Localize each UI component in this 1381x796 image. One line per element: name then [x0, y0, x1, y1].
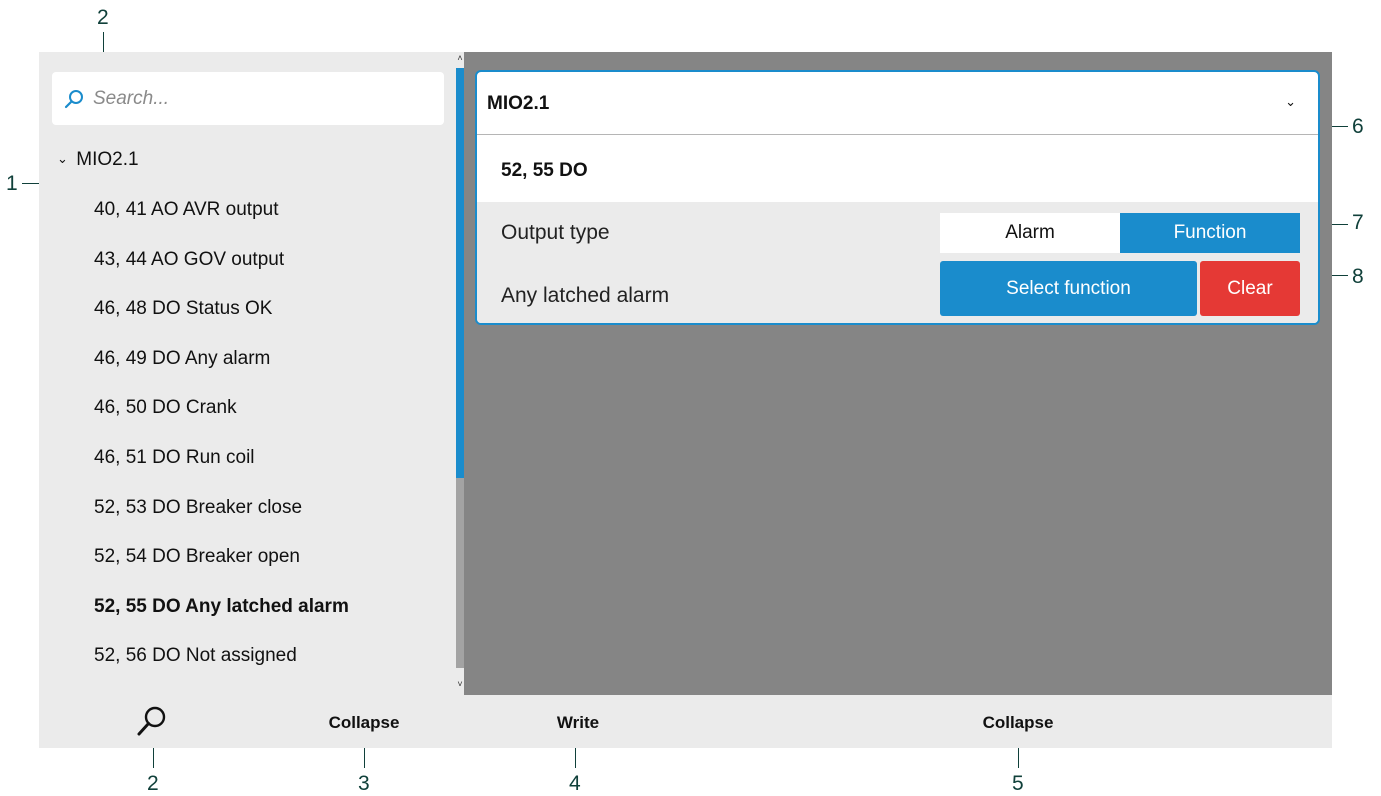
list-item[interactable]: 46, 49 DO Any alarm	[94, 347, 349, 397]
callout-8-function-buttons: 8	[1352, 265, 1364, 288]
terminal-title: 52, 55 DO	[501, 160, 588, 181]
select-function-button[interactable]: Select function	[940, 261, 1197, 316]
callout-5-collapse-right: 5	[1012, 772, 1024, 795]
tree-root-mio[interactable]: ⌄ MIO2.1	[57, 149, 139, 171]
list-item[interactable]: 52, 53 DO Breaker close	[94, 496, 349, 546]
tree-root-label: MIO2.1	[76, 149, 139, 170]
callout-2-search-field: 2	[97, 6, 109, 29]
callout-4-write: 4	[569, 772, 581, 795]
bottom-toolbar: Collapse Write Collapse	[39, 695, 1332, 748]
callout-line	[153, 748, 154, 768]
write-button[interactable]: Write	[557, 713, 599, 733]
scrollbar[interactable]: ˄ ˅	[456, 52, 464, 695]
parameter-card: MIO2.1 ⌄ 52, 55 DO Output type Alarm Fun…	[475, 70, 1320, 325]
callout-line	[364, 748, 365, 768]
chevron-down-icon[interactable]: ⌄	[57, 151, 71, 167]
output-type-function-option[interactable]: Function	[1120, 213, 1300, 253]
tree-list: 40, 41 AO AVR output 43, 44 AO GOV outpu…	[94, 198, 349, 694]
callout-7-output-type: 7	[1352, 211, 1364, 234]
module-selector[interactable]: MIO2.1 ⌄	[477, 72, 1318, 135]
list-item[interactable]: 46, 50 DO Crank	[94, 396, 349, 446]
callout-6-selector: 6	[1352, 115, 1364, 138]
list-item[interactable]: 46, 48 DO Status OK	[94, 297, 349, 347]
scroll-down-arrow[interactable]: ˅	[456, 680, 464, 689]
output-type-toggle: Alarm Function	[940, 213, 1300, 253]
search-placeholder: Search...	[93, 88, 170, 109]
list-item[interactable]: 43, 44 AO GOV output	[94, 248, 349, 298]
module-title: MIO2.1	[487, 93, 550, 114]
list-item[interactable]: 40, 41 AO AVR output	[94, 198, 349, 248]
content-panel: MIO2.1 ⌄ 52, 55 DO Output type Alarm Fun…	[464, 52, 1332, 695]
settings-section: Output type Alarm Function Any latched a…	[477, 202, 1318, 323]
search-icon	[64, 90, 83, 109]
collapse-right-button[interactable]: Collapse	[983, 713, 1054, 733]
sidebar-panel: Search... ⌄ MIO2.1 40, 41 AO AVR output …	[39, 52, 456, 695]
callout-line	[575, 748, 576, 768]
search-input[interactable]: Search...	[52, 72, 444, 125]
callout-3-collapse-left: 3	[358, 772, 370, 795]
list-item-selected[interactable]: 52, 55 DO Any latched alarm	[94, 595, 349, 645]
clear-button[interactable]: Clear	[1200, 261, 1300, 316]
function-label: Any latched alarm	[501, 284, 670, 307]
list-item[interactable]: 52, 56 DO Not assigned	[94, 644, 349, 694]
scroll-up-arrow[interactable]: ˄	[456, 54, 464, 63]
callout-2-search-button: 2	[147, 772, 159, 795]
callout-1-tree: 1	[6, 172, 18, 195]
collapse-left-button[interactable]: Collapse	[329, 713, 400, 733]
output-type-label: Output type	[501, 221, 610, 244]
list-item[interactable]: 46, 51 DO Run coil	[94, 446, 349, 496]
scroll-track-rest	[456, 478, 464, 668]
chevron-down-icon[interactable]: ⌄	[1285, 94, 1296, 110]
search-icon[interactable]	[136, 704, 168, 738]
scroll-thumb[interactable]	[456, 68, 464, 478]
output-type-alarm-option[interactable]: Alarm	[940, 213, 1120, 253]
list-item[interactable]: 52, 54 DO Breaker open	[94, 545, 349, 595]
